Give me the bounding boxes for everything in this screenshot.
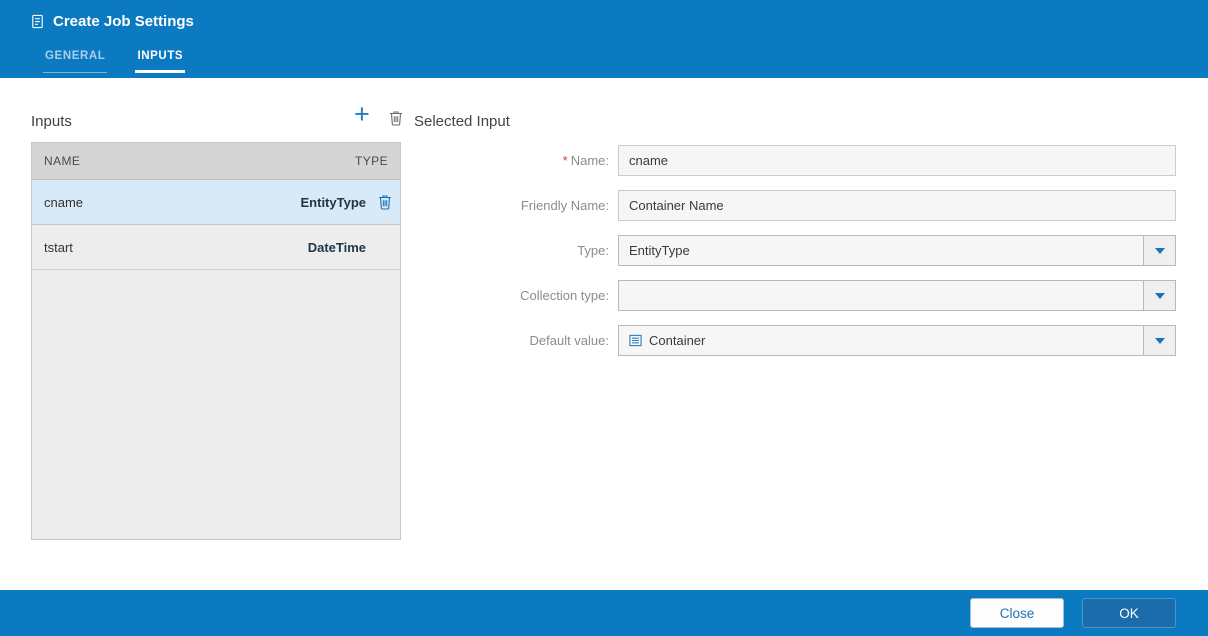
title-row: Create Job Settings xyxy=(30,13,194,30)
type-dropdown-button[interactable] xyxy=(1143,236,1175,265)
collection-type-field-label: Collection type: xyxy=(520,288,609,303)
column-header-name: NAME xyxy=(44,154,81,168)
tab-inputs[interactable]: INPUTS xyxy=(135,46,186,73)
dialog-footer: Close OK xyxy=(0,590,1208,636)
inputs-table: NAME TYPE cname EntityType tstart DateTi… xyxy=(31,142,401,540)
chevron-down-icon xyxy=(1154,292,1165,299)
selected-input-title: Selected Input xyxy=(414,113,510,130)
dialog-header: Create Job Settings GENERAL INPUTS xyxy=(0,0,1208,78)
row-type-cell: EntityType xyxy=(300,194,367,210)
row-type-cell: DateTime xyxy=(307,239,366,255)
friendly-name-field-label: Friendly Name: xyxy=(520,198,609,213)
table-row[interactable]: tstart DateTime xyxy=(32,225,400,270)
row-trash-icon[interactable] xyxy=(378,194,392,210)
document-icon xyxy=(30,14,45,29)
row-name-cell: cname xyxy=(44,194,84,210)
name-input[interactable] xyxy=(618,145,1176,176)
delete-input-icon[interactable] xyxy=(389,110,403,126)
field-row-name: * Name: xyxy=(414,145,1176,176)
type-dropdown[interactable]: EntityType xyxy=(618,235,1176,266)
list-icon xyxy=(629,334,642,347)
close-button[interactable]: Close xyxy=(970,598,1064,628)
tab-bar: GENERAL INPUTS xyxy=(43,46,186,73)
field-row-collection-type: Collection type: xyxy=(414,280,1176,311)
required-marker: * xyxy=(562,153,568,168)
dialog-title: Create Job Settings xyxy=(53,13,194,30)
ok-button[interactable]: OK xyxy=(1082,598,1176,628)
name-field-label: Name: xyxy=(570,153,609,168)
chevron-down-icon xyxy=(1154,247,1165,254)
default-value-dropdown[interactable]: Container xyxy=(618,325,1176,356)
default-value-field-label: Default value: xyxy=(529,333,610,348)
add-input-icon[interactable]: + xyxy=(354,101,370,128)
field-row-friendly-name: Friendly Name: xyxy=(414,190,1176,221)
chevron-down-icon xyxy=(1154,337,1165,344)
type-dropdown-value: EntityType xyxy=(629,243,690,258)
column-header-type: TYPE xyxy=(355,154,388,168)
table-row[interactable]: cname EntityType xyxy=(32,180,400,225)
collection-type-dropdown[interactable] xyxy=(618,280,1176,311)
tab-general[interactable]: GENERAL xyxy=(43,46,108,73)
collection-type-dropdown-value xyxy=(619,281,1143,310)
table-header-row: NAME TYPE xyxy=(32,143,400,180)
create-job-settings-dialog: Create Job Settings GENERAL INPUTS Input… xyxy=(0,0,1208,636)
inputs-panel-title: Inputs xyxy=(31,113,72,130)
field-row-default-value: Default value: Container xyxy=(414,325,1176,356)
selected-input-form: *Name: Friendly Name: Type: EntityType C… xyxy=(414,145,1176,370)
type-field-label: Type: xyxy=(577,243,609,258)
row-name-cell: tstart xyxy=(44,239,73,255)
field-row-type: Type: EntityType xyxy=(414,235,1176,266)
default-value-dropdown-text: Container xyxy=(649,333,706,348)
collection-type-dropdown-button[interactable] xyxy=(1143,281,1175,310)
default-value-dropdown-button[interactable] xyxy=(1143,326,1175,355)
friendly-name-input[interactable] xyxy=(618,190,1176,221)
